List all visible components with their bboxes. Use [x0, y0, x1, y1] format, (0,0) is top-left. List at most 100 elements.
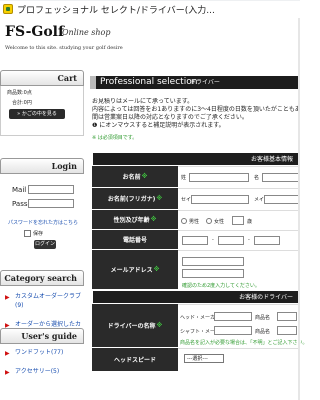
- phone-row: 電話番号 - -: [92, 230, 300, 250]
- last-name-kana-input[interactable]: [191, 195, 249, 204]
- password-input[interactable]: [28, 199, 74, 208]
- left-sidebar: Cart 商品数:0点 合計:0円 » かごの中を見る Login Mail P…: [0, 70, 84, 400]
- arrow-right-icon: ▶: [5, 350, 10, 357]
- speed-field: ---選択---: [178, 348, 300, 371]
- estimate-form: お客様基本情報 お名前 ※ 姓 名 お名前(フリガナ) ※ セイ メイ 性別及び年齢…: [92, 152, 308, 372]
- phone-part2-input[interactable]: [218, 236, 244, 245]
- head-product-input[interactable]: [277, 312, 297, 321]
- kana-row: お名前(フリガナ) ※ セイ メイ: [92, 188, 300, 210]
- sei-kana-label: セイ: [181, 197, 192, 203]
- page-title: Professional selection: [100, 77, 198, 87]
- users-guide-title[interactable]: User's guide: [0, 328, 84, 344]
- view-cart-button[interactable]: » かごの中を見る: [9, 109, 65, 119]
- title-accent: [90, 76, 96, 89]
- site-header: FS-Golf Online shop Welcome to this site…: [0, 18, 300, 58]
- page-subtitle: ドライバー: [190, 79, 220, 86]
- first-name-kana-input[interactable]: [264, 195, 300, 204]
- intro-line: 内容によっては回答をお1ありますのに3〜4日程度の日数を頂いたがこともあります: [92, 106, 300, 113]
- login-panel-title: Login: [0, 158, 84, 174]
- phone-label: 電話番号: [92, 230, 178, 249]
- head-speed-select[interactable]: ---選択---: [184, 354, 224, 363]
- male-label: 男性: [189, 219, 200, 225]
- driver-row: ドライバーの名称 ※ ヘッド・メーカー 商品名 シャフト・メーカー 商品名 商品名…: [92, 304, 308, 348]
- phone-part1-input[interactable]: [182, 236, 208, 245]
- head-maker-input[interactable]: [214, 312, 252, 321]
- forgot-password-link[interactable]: パスワードを忘れた方はこちら: [8, 219, 78, 226]
- head-product-label: 商品名: [255, 315, 271, 321]
- gender-field: 男性 女性 歳: [178, 210, 300, 229]
- tab-title: プロフェッショナル セレクト/ドライバー(入力...: [17, 5, 215, 16]
- cart-item-count: 商品数:0点: [7, 90, 32, 96]
- age-unit: 歳: [247, 219, 253, 225]
- email-field: 確認のため2度入力してください。: [178, 250, 300, 289]
- email-note: 確認のため2度入力してください。: [182, 283, 260, 289]
- name-label: お名前 ※: [92, 166, 178, 187]
- phone-field: - -: [178, 230, 300, 249]
- intro-line: お見積りはメールにて承っています。: [92, 98, 194, 105]
- female-radio[interactable]: [206, 218, 212, 224]
- email-label: メールアドレス ※: [92, 250, 178, 289]
- phone-separator: -: [212, 237, 214, 243]
- intro-line: ❶ にオンマウスすると補足説明が表示されます。: [92, 122, 225, 129]
- phone-separator: -: [248, 237, 250, 243]
- gender-label: 性別及び年齢 ※: [92, 210, 178, 229]
- browser-tab-bar: プロフェッショナル セレクト/ドライバー(入力...: [0, 0, 300, 17]
- site-favicon-icon: [3, 4, 13, 14]
- male-radio[interactable]: [181, 218, 187, 224]
- driver-label: ドライバーの名称 ※: [92, 304, 178, 347]
- login-button[interactable]: ログイン: [34, 240, 56, 249]
- category-item[interactable]: ▶ アクセサリー(5): [5, 367, 84, 376]
- shaft-product-label: 商品名: [255, 329, 271, 335]
- email-input[interactable]: [182, 257, 244, 266]
- kana-label: お名前(フリガナ) ※: [92, 188, 178, 209]
- category-item[interactable]: ▶ ワンドフット(77): [5, 348, 84, 357]
- category-label: アクセサリー(5): [15, 368, 60, 375]
- section-basic-info-title: お客様基本情報: [92, 152, 300, 166]
- name-row: お名前 ※ 姓 名: [92, 166, 300, 188]
- required-note: ※ は必須項目です。: [92, 135, 138, 141]
- cart-total: 合計:0円: [12, 100, 32, 106]
- mail-label: Mail: [12, 186, 27, 194]
- phone-part3-input[interactable]: [254, 236, 280, 245]
- category-item[interactable]: ▶ カスタムオーダークラブ(9): [5, 292, 84, 310]
- category-label: ワンドフット(77): [15, 349, 64, 356]
- sei-label: 姓: [181, 175, 187, 181]
- mei-label: 名: [254, 175, 260, 181]
- site-logo[interactable]: FS-Golf: [5, 24, 64, 40]
- last-name-input[interactable]: [189, 173, 249, 182]
- mei-kana-label: メイ: [254, 197, 265, 203]
- speed-row: ヘッドスピード ---選択---: [92, 348, 300, 372]
- site-tagline: Welcome to this site. studying your golf…: [5, 45, 123, 51]
- female-label: 女性: [214, 219, 225, 225]
- driver-note: 商品名を記入が必要な場合は、「不明」とご記入下さい。: [180, 340, 308, 346]
- speed-label: ヘッドスピード: [92, 348, 178, 371]
- age-input[interactable]: [232, 216, 244, 225]
- arrow-right-icon: ▶: [5, 369, 10, 376]
- pass-label: Pass: [12, 200, 28, 208]
- section-driver-title: お客様のドライバー: [92, 290, 300, 304]
- browser-tab[interactable]: プロフェッショナル セレクト/ドライバー(入力...: [0, 1, 300, 17]
- remember-checkbox[interactable]: [24, 230, 31, 237]
- arrow-right-icon: ▶: [5, 294, 10, 301]
- main-content: Professional selection ドライバー お見積りはメールにて承…: [88, 70, 308, 400]
- first-name-input[interactable]: [262, 173, 300, 182]
- intro-line: 間は営業案日以降の対応となりますのでご了承ください。: [92, 114, 248, 121]
- category-search-title: Category search: [0, 270, 84, 286]
- intro-text: お見積りはメールにて承っています。 内容によっては回答をお1ありますのに3〜4日…: [92, 98, 300, 130]
- email-row: メールアドレス ※ 確認のため2度入力してください。: [92, 250, 300, 290]
- site-logo-subtitle: Online shop: [62, 28, 111, 37]
- cart-panel-title: Cart: [0, 70, 84, 86]
- shaft-product-input[interactable]: [277, 326, 297, 335]
- login-panel: Mail Pass パスワードを忘れた方はこちら 保存 ログイン: [0, 174, 84, 264]
- kana-field: セイ メイ: [178, 188, 300, 209]
- mail-input[interactable]: [28, 185, 74, 194]
- cart-panel: 商品数:0点 合計:0円 » かごの中を見る: [0, 86, 84, 136]
- name-field: 姓 名: [178, 166, 300, 187]
- gender-row: 性別及び年齢 ※ 男性 女性 歳: [92, 210, 300, 230]
- shaft-maker-input[interactable]: [214, 326, 252, 335]
- page-title-bar: Professional selection ドライバー: [90, 76, 300, 89]
- email-confirm-input[interactable]: [182, 269, 244, 278]
- driver-field: ヘッド・メーカー 商品名 シャフト・メーカー 商品名 商品名を記入が必要な場合は…: [178, 304, 308, 347]
- page-scrollbar[interactable]: [298, 18, 300, 400]
- remember-label: 保存: [33, 231, 44, 237]
